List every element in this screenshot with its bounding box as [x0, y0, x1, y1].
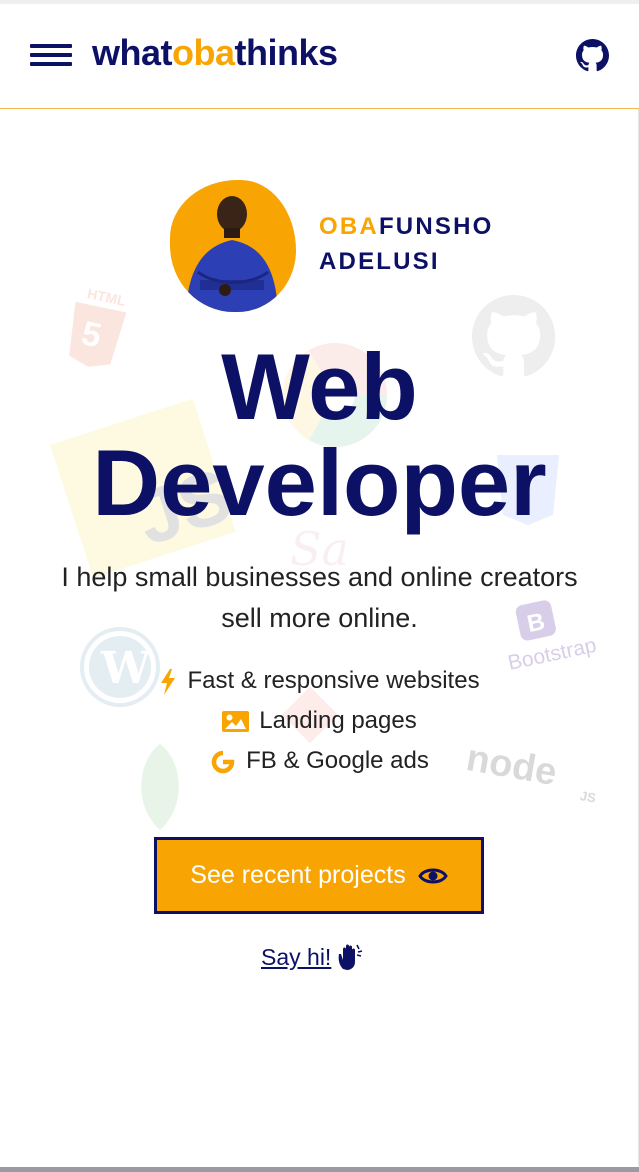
image-icon: [222, 711, 250, 733]
name-first-rest: FUNSHO: [378, 213, 494, 240]
headline-line-1: Web: [221, 334, 418, 439]
avatar: [170, 180, 296, 312]
hamburger-bar: [30, 44, 72, 48]
feature-item: Landing pages: [0, 707, 639, 735]
menu-hamburger-button[interactable]: [30, 44, 72, 68]
site-logo[interactable]: whatobathinks: [92, 32, 338, 74]
html-logo-label: HTML: [86, 285, 128, 309]
feature-item: Fast & responsive websites: [0, 667, 639, 695]
tagline: I help small businesses and online creat…: [61, 562, 578, 633]
name-first-accent: OBA: [319, 213, 379, 240]
person-photo: [186, 196, 278, 312]
see-recent-projects-button[interactable]: See recent projects: [154, 837, 484, 914]
headline-line-2: Developer: [92, 430, 547, 535]
eye-icon: [417, 868, 448, 883]
google-icon: [211, 750, 235, 773]
waving-hand-icon: [338, 944, 363, 970]
node-logo-sub: JS: [579, 788, 598, 806]
hamburger-bar: [30, 62, 72, 66]
github-icon[interactable]: [576, 39, 609, 72]
say-hi-label: Say hi!: [261, 943, 332, 970]
name-last: ADELUSI: [319, 248, 440, 275]
feature-item: FB & Google ads: [0, 747, 639, 775]
hamburger-bar: [30, 53, 72, 57]
logo-part-thinks: thinks: [234, 32, 339, 73]
cta-label: See recent projects: [190, 861, 406, 889]
site-header: whatobathinks: [0, 4, 639, 109]
say-hi-link[interactable]: Say hi!: [261, 943, 365, 971]
feature-label: FB & Google ads: [246, 747, 429, 774]
bottom-strip: [0, 1167, 639, 1172]
profile-block: OBAFUNSHO ADELUSI: [170, 180, 491, 315]
name-first: OBAFUNSHO: [319, 213, 493, 241]
lightning-icon: [161, 668, 176, 695]
logo-part-what: what: [92, 32, 173, 73]
feature-label: Fast & responsive websites: [187, 667, 480, 694]
logo-part-oba: oba: [172, 32, 235, 73]
feature-label: Landing pages: [259, 707, 417, 734]
